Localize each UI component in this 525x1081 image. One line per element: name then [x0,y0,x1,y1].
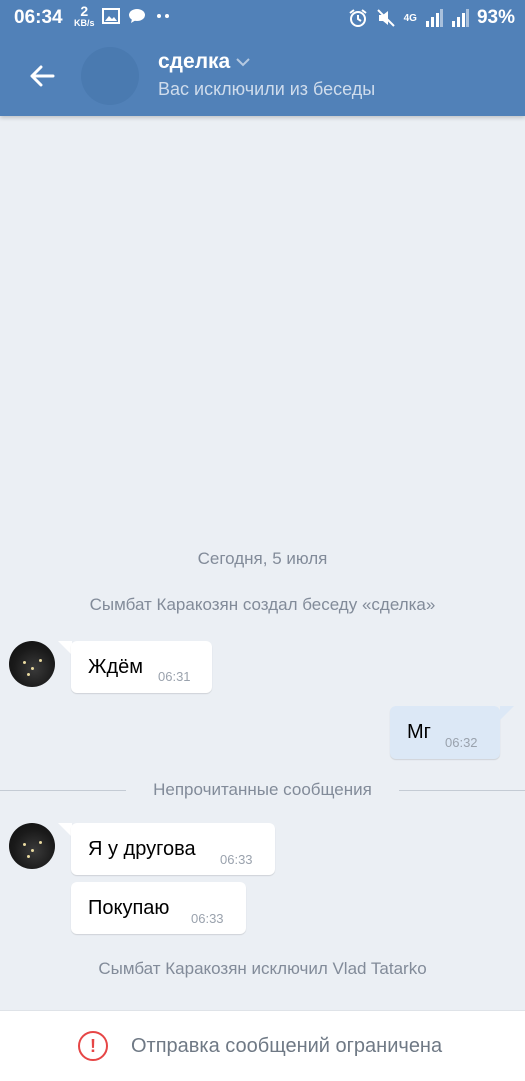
message-text: Мг [407,721,431,743]
net-speed-unit: KB/s [74,18,95,28]
sender-avatar[interactable] [9,823,55,869]
service-message-created: Сымбат Каракозян создал беседу «сделка» [89,595,436,614]
message-text: Ждём [88,656,144,678]
gallery-icon [102,8,120,24]
status-time: 06:34 [14,7,63,28]
chat-avatar[interactable] [81,47,139,105]
signal-icon-2 [451,9,469,27]
net-speed: 2 KB/s [74,4,95,28]
bubble-tail [58,641,72,655]
network-type: 4G [403,12,417,24]
battery-level: 93% [476,7,515,28]
date-separator: Сегодня, 5 июля [197,549,328,568]
bubble-tail [500,706,514,720]
message-bubble-outgoing[interactable]: Мг 06:32 [390,706,500,759]
chat-subtitle: Вас исключили из беседы [158,79,376,99]
message-bubble[interactable]: Я у другова 06:33 [71,823,275,875]
signal-icon-1 [425,9,443,27]
alarm-icon [349,9,367,27]
message-text: Я у другова [88,838,196,860]
message-feed[interactable]: Сегодня, 5 июля Сымбат Каракозян создал … [0,116,525,1010]
status-bar: 06:34 2 KB/s 4G 93% [0,0,525,36]
message-time: 06:31 [158,669,191,684]
mute-icon [376,9,395,27]
chat-toolbar: сделка Вас исключили из беседы [0,36,525,116]
more-dots-icon [157,14,169,18]
sender-avatar[interactable] [9,641,55,687]
chevron-down-icon [236,57,250,66]
message-bubble[interactable]: Покупаю 06:33 [71,882,246,934]
chat-bubble-icon [129,9,145,23]
message-text: Покупаю [88,897,170,919]
service-message-kicked: Сымбат Каракозян исключил Vlad Tatarko [98,959,427,978]
message-bubble[interactable]: Ждём 06:31 [71,641,212,693]
message-time: 06:33 [191,911,224,926]
exclamation-circle-icon: ! [78,1031,108,1061]
composer-restricted-bar: ! Отправка сообщений ограничена [0,1010,525,1081]
divider [399,790,525,791]
app-header: 06:34 2 KB/s 4G 93% сделка Вас исключили… [0,0,525,116]
chat-title-text: сделка [158,50,231,73]
arrow-left-icon [30,65,55,87]
back-button[interactable] [22,58,62,94]
bubble-tail [58,823,72,837]
message-time: 06:32 [445,735,478,750]
restriction-message: Отправка сообщений ограничена [131,1035,443,1057]
message-time: 06:33 [220,852,253,867]
chat-title[interactable]: сделка [158,50,250,74]
net-speed-value: 2 [80,3,89,19]
unread-separator: Непрочитанные сообщения [0,780,525,800]
